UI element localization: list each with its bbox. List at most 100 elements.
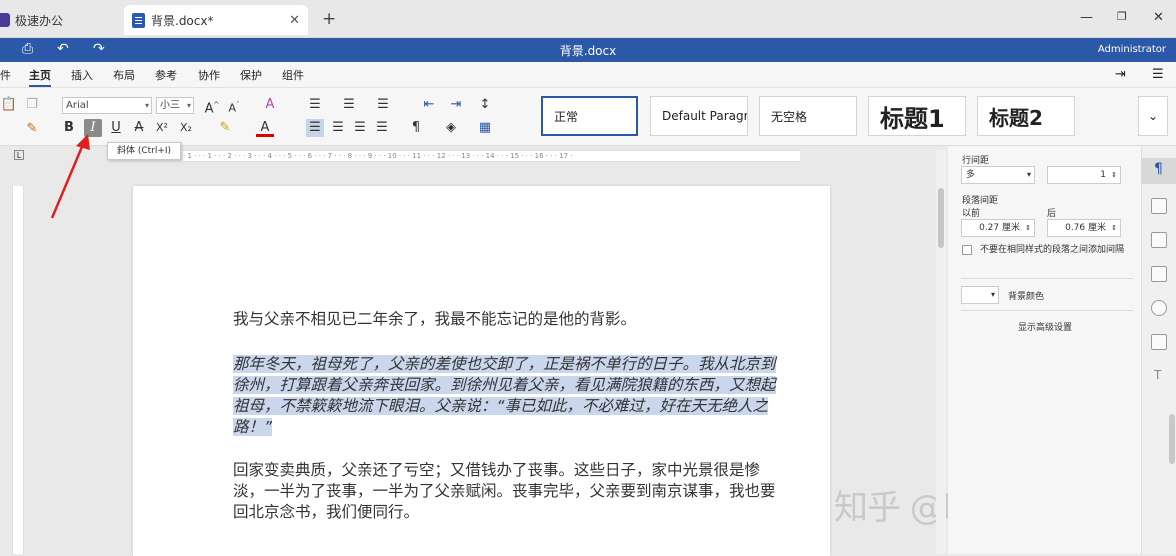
divider (961, 310, 1133, 311)
menu-insert[interactable]: 插入 (71, 67, 93, 83)
no-space-checkbox[interactable] (962, 245, 972, 255)
advanced-settings-link[interactable]: 显示高级设置 (1018, 320, 1072, 333)
style-label: 无空格 (771, 109, 808, 124)
spacing-after-field[interactable]: 0.76 厘米 ⇕ (1047, 219, 1121, 237)
paragraph-mark-icon[interactable]: ¶ (407, 119, 425, 137)
font-size-value: 小三 (160, 100, 180, 111)
strikethrough-button[interactable]: A (130, 119, 148, 137)
before-label: 以前 (962, 209, 981, 219)
user-name: Administrator (1097, 44, 1166, 55)
textart-settings-icon[interactable]: T (1154, 368, 1161, 382)
justify-icon[interactable]: ☰ (373, 119, 391, 137)
window-close-icon[interactable]: ✕ (1153, 10, 1164, 25)
open-location-icon[interactable]: ⇥ (1115, 67, 1126, 82)
line-spacing-mode-select[interactable]: 多 ▾ (961, 166, 1035, 184)
document-title: 背景.docx (559, 44, 617, 58)
no-space-label: 不要在相同样式的段落之间添加间隔 (980, 245, 1125, 255)
style-label: 标题2 (989, 105, 1043, 130)
paste-icon[interactable]: 📋 (0, 96, 18, 114)
chart-settings-icon[interactable] (1151, 334, 1167, 350)
clear-style-icon[interactable]: A (261, 96, 279, 114)
style-heading-1[interactable]: 标题1 (868, 96, 966, 136)
style-no-spacing[interactable]: 无空格 (759, 96, 857, 136)
decrease-indent-icon[interactable]: ⇤ (420, 96, 438, 114)
menu-layout[interactable]: 布局 (113, 67, 135, 83)
tab-stop-icon[interactable]: L (14, 150, 24, 160)
tab-app-home[interactable]: 极速办公 (0, 5, 118, 35)
line-spacing-value-field[interactable]: 1 ⇕ (1047, 166, 1121, 184)
align-center-icon[interactable]: ☰ (329, 119, 347, 137)
tab-label: 背景.docx* (151, 13, 214, 28)
format-painter-icon[interactable]: ✎ (23, 120, 41, 138)
increase-indent-icon[interactable]: ⇥ (447, 96, 465, 114)
paragraph-settings-icon[interactable]: ¶ (1154, 161, 1163, 177)
line-spacing-icon[interactable]: ↕ (476, 96, 494, 114)
image-settings-icon[interactable] (1151, 232, 1167, 248)
menu-home[interactable]: 主页 (29, 67, 51, 87)
menu-protect[interactable]: 保护 (240, 67, 262, 83)
style-label: 正常 (554, 109, 579, 124)
font-family-value: Arial (66, 100, 89, 111)
increase-font-icon[interactable]: A^ (203, 96, 221, 116)
style-label: 标题1 (880, 104, 945, 133)
multilevel-list-icon[interactable]: ☰ (374, 96, 392, 114)
close-icon[interactable]: ✕ (289, 13, 300, 28)
font-family-select[interactable]: Arial ▾ (62, 97, 152, 114)
hamburger-menu-icon[interactable]: ☰ (1152, 67, 1164, 82)
line-spacing-mode-value: 多 (966, 170, 976, 180)
paragraph-1[interactable]: 我与父亲不相见已二年余了，我最不能忘记的是他的背影。 (233, 309, 779, 330)
superscript-button[interactable]: X² (153, 119, 171, 137)
paragraph-2-selected[interactable]: 那年冬天，祖母死了，父亲的差使也交卸了，正是祸不单行的日子。我从北京到徐州，打算… (233, 354, 779, 438)
underline-button[interactable]: U (107, 119, 125, 137)
style-normal[interactable]: 正常 (541, 96, 638, 136)
title-bar: 背景.docx ⎙ ↶ ↷ Administrator (0, 38, 1176, 62)
menu-bar: 件 主页 插入 布局 参考 协作 保护 组件 ⇥ ☰ (0, 62, 1176, 88)
highlight-color-icon[interactable]: ✎ (216, 119, 234, 137)
sidebar-scrollbar[interactable] (1169, 414, 1175, 464)
spacing-before-field[interactable]: 0.27 厘米 ⇕ (961, 219, 1035, 237)
header-footer-icon[interactable] (1151, 266, 1167, 282)
styles-expand-button[interactable]: ⌄ (1138, 96, 1168, 136)
tab-document[interactable]: 背景.docx* ✕ (124, 5, 308, 35)
font-size-select[interactable]: 小三 ▾ (156, 97, 194, 114)
style-heading-2[interactable]: 标题2 (977, 96, 1075, 136)
selected-text[interactable]: 那年冬天，祖母死了，父亲的差使也交卸了，正是祸不单行的日子。我从北京到徐州，打算… (233, 355, 776, 436)
subscript-button[interactable]: X₂ (177, 119, 195, 137)
style-default-paragraph[interactable]: Default Paragraph (650, 96, 748, 136)
undo-icon[interactable]: ↶ (57, 41, 69, 57)
right-sidebar: ¶ T (1141, 146, 1176, 554)
print-icon[interactable]: ⎙ (22, 41, 33, 57)
bg-color-label: 背景颜色 (1008, 292, 1045, 302)
vertical-ruler[interactable] (12, 186, 24, 554)
menu-collaborate[interactable]: 协作 (198, 67, 220, 83)
menu-file[interactable]: 件 (0, 67, 11, 83)
paragraph-settings-panel: 行间距 多 ▾ 1 ⇕ 段落间距 以前 后 0.27 厘米 ⇕ 0.76 厘米 ⇕ 不要… (948, 146, 1141, 554)
font-color-icon[interactable]: A (256, 119, 274, 137)
paragraph-3[interactable]: 回家变卖典质，父亲还了亏空；又借钱办了丧事。这些日子，家中光景很是惨淡，一半为了… (233, 460, 779, 523)
shading-icon[interactable]: ◈ (442, 119, 460, 137)
vertical-scrollbar[interactable] (936, 150, 946, 554)
restore-icon[interactable]: ❐ (1117, 10, 1127, 23)
minimize-icon[interactable]: — (1080, 10, 1093, 25)
document-page[interactable]: 我与父亲不相见已二年余了，我最不能忘记的是他的背影。 那年冬天，祖母死了，父亲的… (133, 186, 830, 556)
menu-plugins[interactable]: 组件 (282, 67, 304, 83)
scrollbar-thumb[interactable] (938, 188, 944, 248)
menu-references[interactable]: 参考 (155, 67, 177, 83)
annotation-arrow (50, 134, 90, 219)
align-right-icon[interactable]: ☰ (351, 119, 369, 137)
borders-icon[interactable]: ▦ (476, 119, 494, 137)
app-logo-icon (0, 13, 10, 27)
copy-icon[interactable]: ❐ (23, 96, 41, 114)
numbered-list-icon[interactable]: ☰ (340, 96, 358, 114)
new-tab-icon[interactable]: + (322, 9, 336, 29)
bg-color-picker[interactable]: ▾ (961, 286, 999, 304)
chevron-down-icon: ⌄ (1147, 109, 1159, 123)
redo-icon[interactable]: ↷ (93, 41, 105, 57)
italic-tooltip: 斜体 (Ctrl+I) (107, 142, 181, 160)
horizontal-ruler[interactable]: · 1 · · · 1 · · · 2 · · · 3 · · · 4 · · … (183, 150, 800, 162)
align-left-icon[interactable]: ☰ (306, 119, 324, 137)
table-settings-icon[interactable] (1151, 198, 1167, 214)
shape-settings-icon[interactable] (1151, 300, 1167, 316)
decrease-font-icon[interactable]: Aˇ (225, 96, 243, 115)
bullet-list-icon[interactable]: ☰ (306, 96, 324, 114)
